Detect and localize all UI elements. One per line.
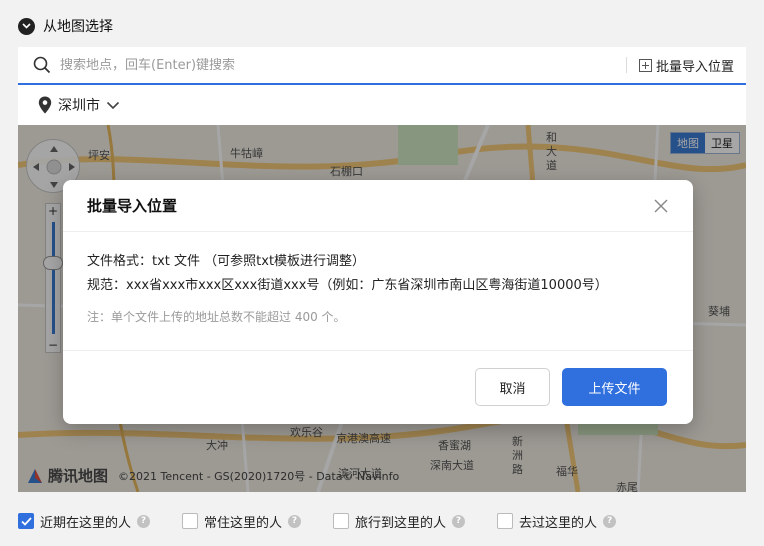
filter-label: 近期在这里的人 <box>40 515 132 531</box>
dialog-title: 批量导入位置 <box>87 197 178 215</box>
filter-label: 旅行到这里的人 <box>355 515 447 531</box>
dialog-footer: 取消 上传文件 <box>63 351 693 406</box>
city-selector[interactable]: 深圳市 <box>18 85 746 125</box>
city-label: 深圳市 <box>58 98 100 114</box>
checkbox[interactable] <box>333 513 350 529</box>
format-spec-text: 规范：xxx省xxx市xxx区xxx街道xxx号（例如：广东省深圳市南山区粤海街… <box>87 278 608 293</box>
section-header[interactable]: 从地图选择 <box>18 14 113 38</box>
filter-recent[interactable]: 近期在这里的人 ? <box>18 512 151 531</box>
filter-label: 常住这里的人 <box>204 515 283 531</box>
people-filters: 近期在这里的人 ? 常住这里的人 ? 旅行到这里的人 ? 去过这里的人 ? <box>18 510 648 532</box>
search-input[interactable] <box>60 57 626 73</box>
checkbox-checked[interactable] <box>18 513 34 529</box>
dialog-header: 批量导入位置 <box>63 180 693 232</box>
section-title: 从地图选择 <box>43 19 113 35</box>
divider <box>625 57 627 73</box>
filter-traveled[interactable]: 旅行到这里的人 ? <box>333 512 466 531</box>
location-pin-icon <box>38 96 52 114</box>
help-icon[interactable]: ? <box>288 514 302 528</box>
cancel-button[interactable]: 取消 <box>475 368 550 406</box>
batch-import-dialog: 批量导入位置 文件格式：txt 文件 （可参照txt模板进行调整） 规范：xxx… <box>63 180 693 424</box>
help-icon[interactable]: ? <box>137 514 151 528</box>
help-icon[interactable]: ? <box>603 514 617 528</box>
dialog-body: 文件格式：txt 文件 （可参照txt模板进行调整） 规范：xxx省xxx市xx… <box>63 232 693 351</box>
file-format-text: 文件格式：txt 文件 （可参照txt模板进行调整） <box>87 254 366 269</box>
chevron-down-icon <box>106 101 120 109</box>
checkbox[interactable] <box>497 513 514 529</box>
filter-resident[interactable]: 常住这里的人 ? <box>182 512 302 531</box>
limit-note: 注：单个文件上传的地址总数不能超过 400 个。 <box>87 310 346 324</box>
filter-visited[interactable]: 去过这里的人 ? <box>497 512 617 531</box>
search-icon <box>24 47 60 83</box>
import-locations-button[interactable]: 批量导入位置 <box>638 56 734 75</box>
close-icon[interactable] <box>651 196 671 216</box>
chevron-down-icon[interactable] <box>18 17 35 35</box>
upload-file-button[interactable]: 上传文件 <box>562 368 667 406</box>
help-icon[interactable]: ? <box>452 514 466 528</box>
filter-label: 去过这里的人 <box>519 515 598 531</box>
import-icon <box>638 58 652 72</box>
check-icon <box>20 516 32 526</box>
checkbox[interactable] <box>182 513 199 529</box>
search-bar: 批量导入位置 <box>18 47 746 85</box>
import-label: 批量导入位置 <box>655 59 734 75</box>
